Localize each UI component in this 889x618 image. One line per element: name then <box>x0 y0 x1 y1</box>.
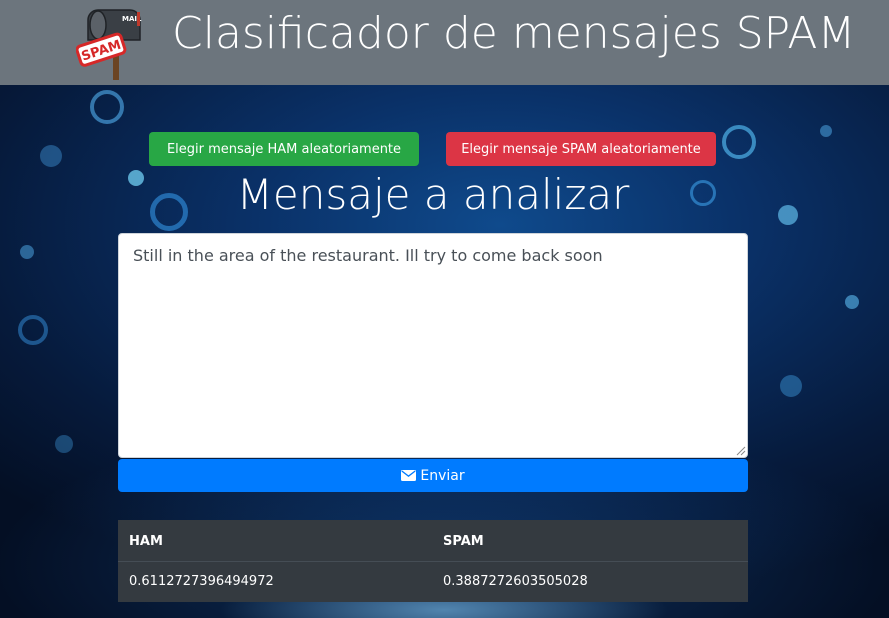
header-spam: SPAM <box>443 534 484 549</box>
results-table: HAM SPAM 0.6112727396494972 0.3887272603… <box>118 520 748 602</box>
spam-mailbox-logo: MAIL SPAM <box>76 9 142 80</box>
resize-grip-icon[interactable] <box>735 445 746 456</box>
app-title: Clasificador de mensajes SPAM <box>172 8 856 59</box>
app-header: MAIL SPAM Clasificador de mensajes SPAM <box>0 0 889 85</box>
random-ham-button[interactable]: Elegir mensaje HAM aleatoriamente <box>149 132 419 166</box>
mailbox-flag <box>137 12 140 26</box>
message-textarea[interactable]: Still in the area of the restaurant. Ill… <box>118 233 748 458</box>
results-value-row: 0.6112727396494972 0.3887272603505028 <box>118 562 748 602</box>
send-button[interactable]: Enviar <box>118 459 748 492</box>
section-title: Mensaje a analizar <box>236 170 630 219</box>
send-button-label: Enviar <box>420 467 465 484</box>
mailbox-door <box>89 10 107 40</box>
spam-probability: 0.3887272603505028 <box>443 574 588 589</box>
envelope-icon <box>401 470 417 481</box>
header-ham: HAM <box>129 534 163 549</box>
ham-probability: 0.6112727396494972 <box>129 574 274 589</box>
results-header-row: HAM SPAM <box>118 520 748 562</box>
random-spam-button[interactable]: Elegir mensaje SPAM aleatoriamente <box>446 132 716 166</box>
